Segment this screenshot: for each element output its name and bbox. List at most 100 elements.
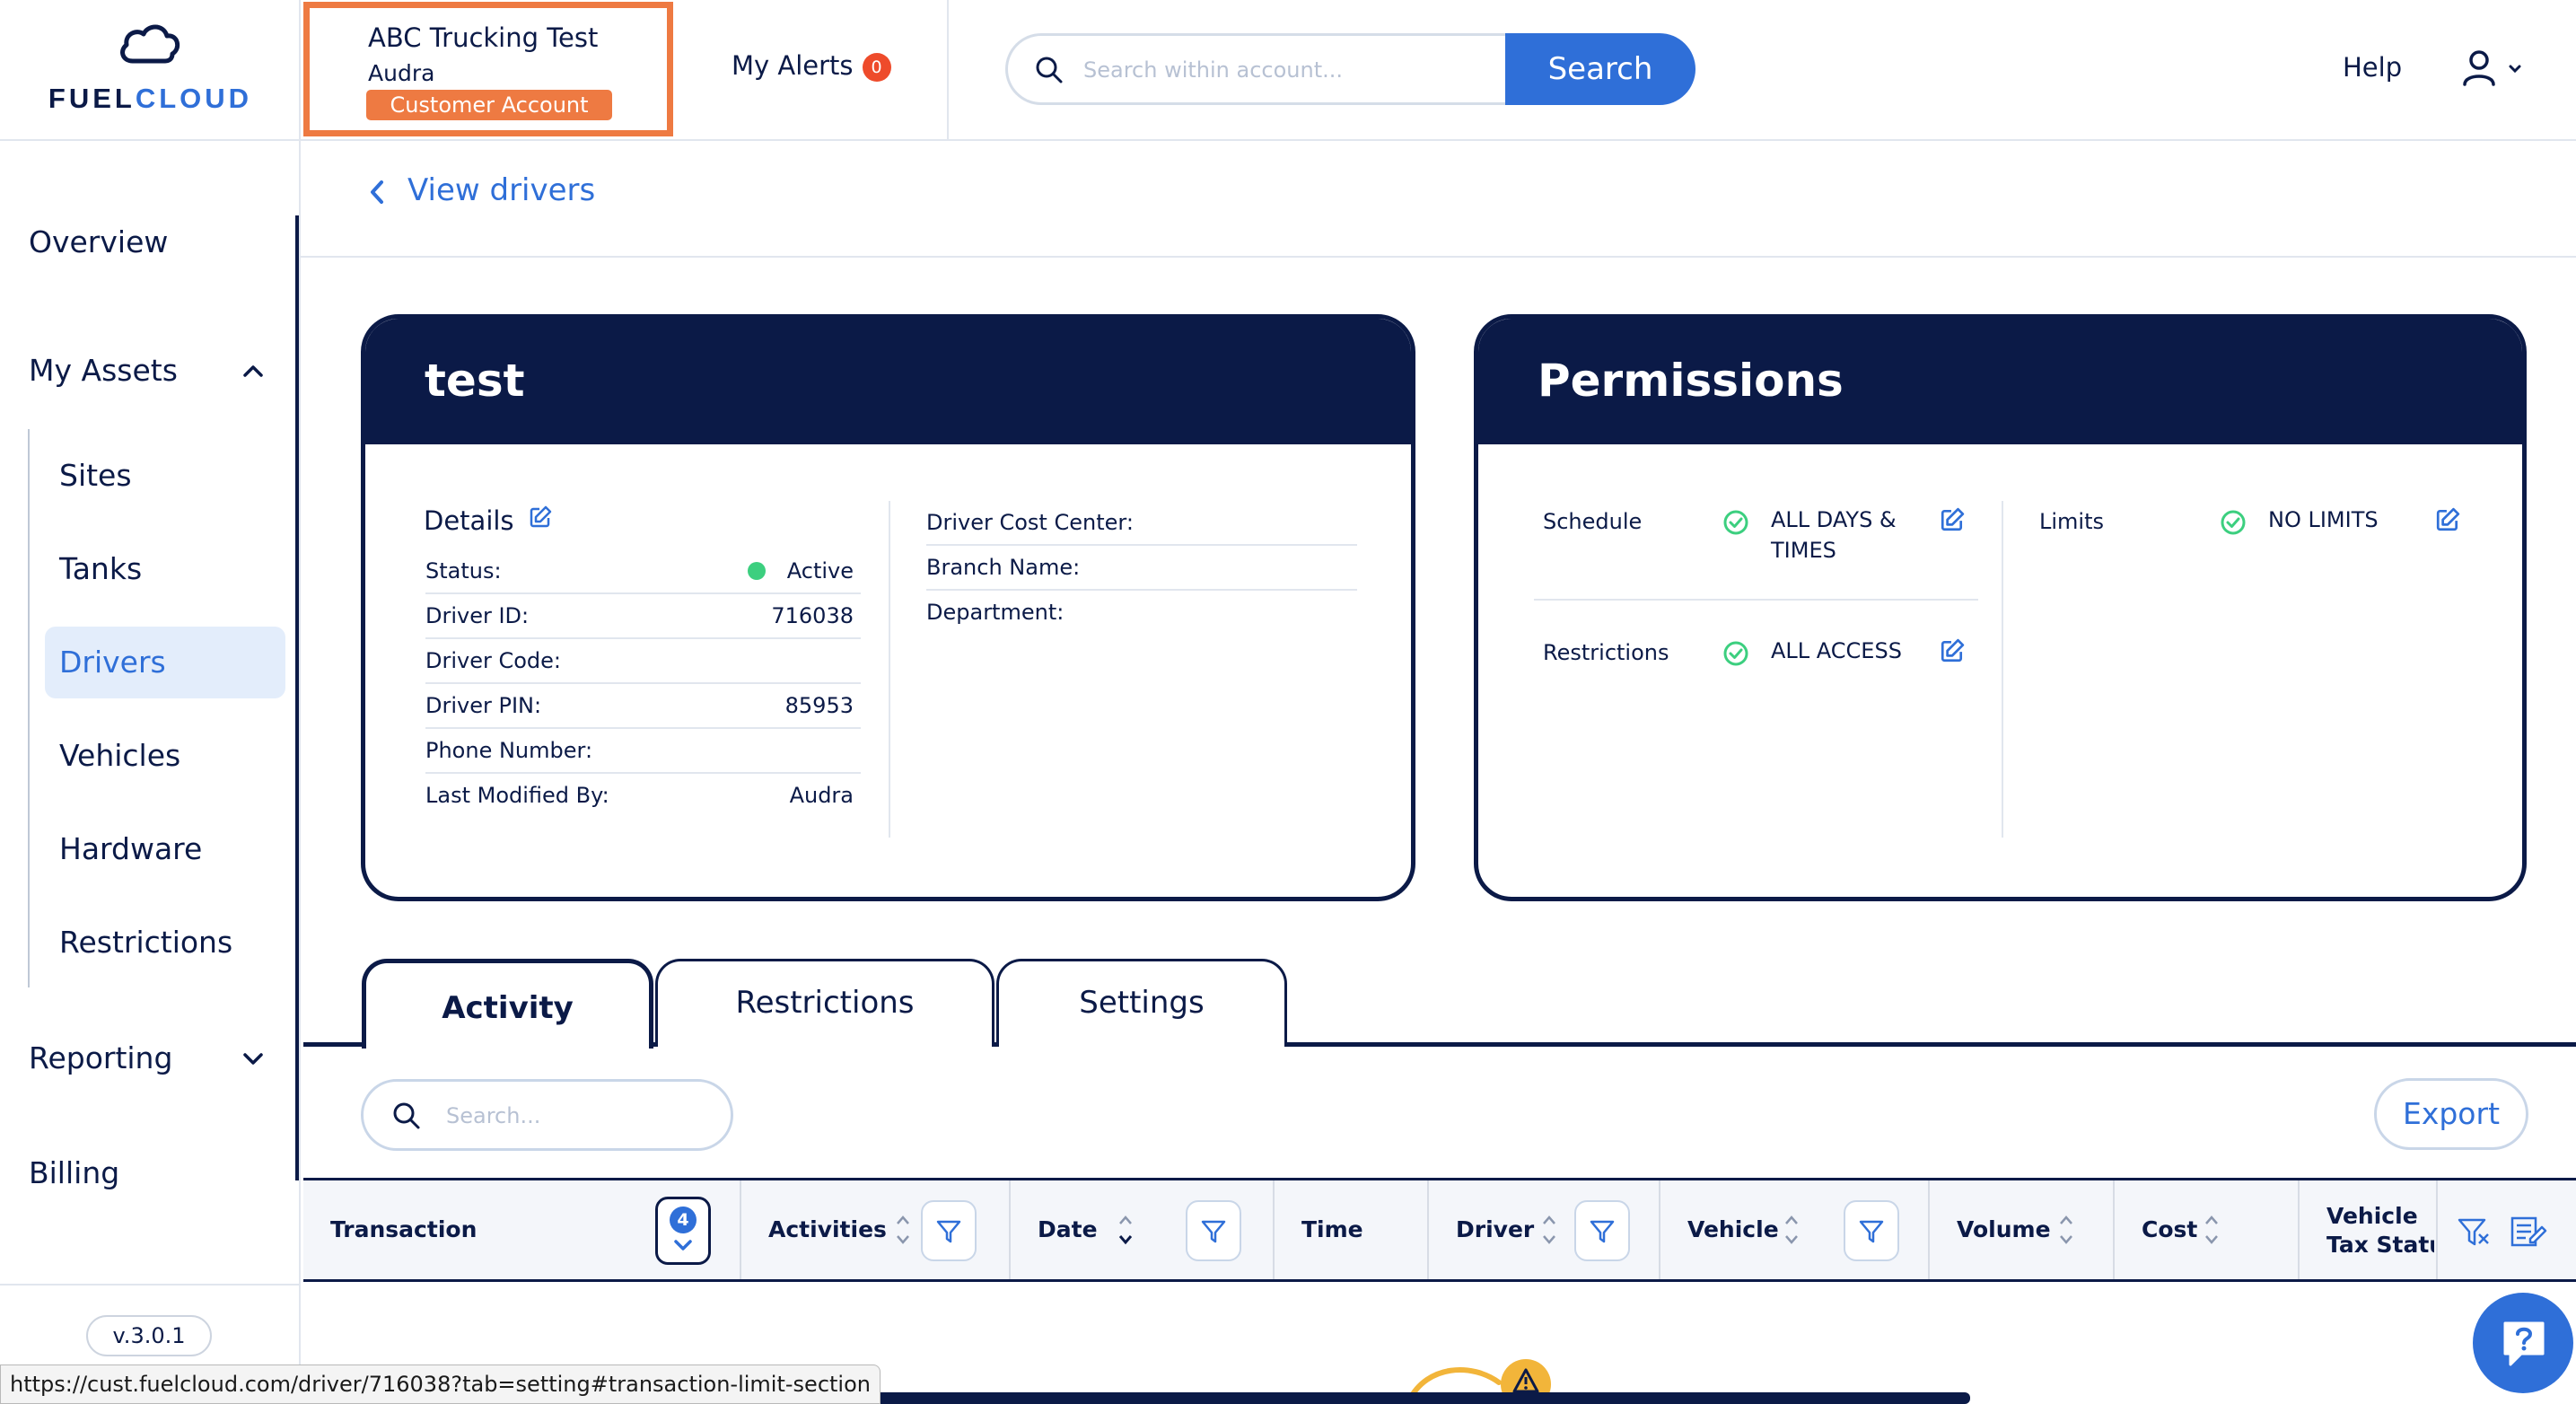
column-label: Vehicle Tax Status: [2326, 1202, 2434, 1259]
export-button[interactable]: Export: [2374, 1078, 2528, 1150]
details-heading: Details: [424, 505, 514, 536]
tab-settings[interactable]: Settings: [996, 959, 1287, 1047]
field-value: 85953: [784, 693, 854, 718]
tab-activity[interactable]: Activity: [362, 959, 653, 1049]
sidebar-item-label: My Assets: [29, 353, 178, 388]
sidebar-item-restrictions[interactable]: Restrictions: [59, 925, 232, 960]
sidebar-footer-divider: [0, 1284, 301, 1286]
browser-status-url: https://cust.fuelcloud.com/driver/716038…: [0, 1365, 881, 1404]
help-chat-button[interactable]: [2473, 1293, 2573, 1393]
header-divider: [947, 0, 949, 141]
edit-columns-icon[interactable]: [2510, 1215, 2547, 1250]
column-label-line-2: Tax Status: [2326, 1232, 2434, 1258]
view-drivers-back-link[interactable]: View drivers: [368, 172, 595, 208]
filter-button[interactable]: [1186, 1200, 1241, 1261]
permissions-card: Permissions Schedule ALL DAYS & TIMES Re…: [1474, 314, 2527, 901]
column-transaction[interactable]: Transaction 4: [303, 1180, 741, 1279]
sidebar-item-reporting[interactable]: Reporting: [29, 1040, 271, 1075]
edit-restrictions-icon[interactable]: [1940, 638, 1965, 663]
filter-button[interactable]: [1574, 1200, 1630, 1261]
sidebar-item-label: Reporting: [29, 1040, 173, 1075]
column-label: Transaction: [330, 1216, 478, 1242]
permissions-heading: Permissions: [1478, 319, 2522, 444]
column-vehicle-tax-status[interactable]: Vehicle Tax Status: [2300, 1180, 2576, 1279]
field-value: Audra: [789, 783, 854, 808]
sidebar-item-my-assets[interactable]: My Assets: [29, 353, 271, 388]
account-search-input[interactable]: [1083, 52, 1487, 88]
search-icon: [1035, 56, 1064, 84]
filter-button[interactable]: [1844, 1200, 1899, 1261]
cost-center-row: Driver Cost Center:: [926, 501, 1357, 546]
edit-schedule-icon[interactable]: [1940, 507, 1965, 532]
column-time[interactable]: Time: [1275, 1180, 1429, 1279]
funnel-icon: [1859, 1220, 1884, 1243]
column-selector-button[interactable]: 4: [655, 1197, 711, 1265]
last-modified-row: Last Modified By: Audra: [425, 774, 861, 819]
driver-name-heading: test: [365, 319, 1411, 444]
edit-details-icon[interactable]: [529, 505, 552, 529]
field-value: 716038: [771, 603, 854, 628]
status-row: Status: Active: [425, 549, 861, 594]
edit-limits-icon[interactable]: [2435, 507, 2460, 532]
chevron-down-icon: [242, 1051, 264, 1066]
sort-icon[interactable]: [2057, 1212, 2075, 1248]
sidebar-item-overview[interactable]: Overview: [29, 224, 168, 259]
user-menu-button[interactable]: [2461, 48, 2533, 88]
tab-restrictions[interactable]: Restrictions: [655, 959, 994, 1047]
logo-wordmark: FUELCLOUD: [48, 83, 253, 114]
sort-icon[interactable]: [1117, 1212, 1135, 1248]
column-label: Date: [1038, 1216, 1098, 1242]
search-button[interactable]: Search: [1505, 33, 1695, 105]
driver-id-row: Driver ID: 716038: [425, 594, 861, 639]
sidebar-border: [299, 141, 301, 1404]
sidebar-item-drivers[interactable]: Drivers: [59, 645, 166, 680]
sort-icon[interactable]: [2203, 1212, 2221, 1248]
help-link[interactable]: Help: [2343, 52, 2402, 83]
driver-pin-row: Driver PIN: 85953: [425, 684, 861, 729]
cloud-icon: [117, 23, 183, 65]
field-label: Driver Code:: [425, 648, 562, 673]
column-volume[interactable]: Volume: [1930, 1180, 2115, 1279]
account-user: Audra: [368, 60, 435, 86]
sidebar-item-billing[interactable]: Billing: [29, 1155, 119, 1190]
chevron-down-icon: [673, 1239, 693, 1251]
field-label: Phone Number:: [425, 738, 593, 763]
activity-search-input[interactable]: [446, 1100, 715, 1132]
permissions-column-divider: [2002, 501, 2003, 838]
check-circle-icon: [1722, 509, 1749, 536]
column-driver[interactable]: Driver: [1429, 1180, 1660, 1279]
horizontal-scrollbar[interactable]: [808, 1392, 1970, 1404]
sidebar-item-sites[interactable]: Sites: [59, 458, 132, 493]
column-cost[interactable]: Cost: [2115, 1180, 2300, 1279]
field-label: Driver Cost Center:: [926, 510, 1134, 535]
alerts-label: My Alerts: [732, 50, 854, 81]
my-alerts-button[interactable]: My Alerts 0: [732, 50, 891, 82]
sort-icon[interactable]: [1783, 1212, 1801, 1248]
field-label: Driver PIN:: [425, 693, 542, 718]
status-value: Active: [747, 549, 854, 592]
column-activities[interactable]: Activities: [741, 1180, 1011, 1279]
phone-number-row: Phone Number:: [425, 729, 861, 774]
column-vehicle[interactable]: Vehicle: [1660, 1180, 1930, 1279]
chevron-up-icon: [242, 364, 264, 378]
column-date[interactable]: Date: [1011, 1180, 1275, 1279]
sidebar-scrollbar[interactable]: [295, 215, 299, 1180]
details-label: Details: [424, 505, 514, 536]
funnel-icon: [1590, 1220, 1615, 1243]
sidebar-item-vehicles[interactable]: Vehicles: [59, 738, 180, 773]
account-switcher[interactable]: ABC Trucking Test Audra: [303, 2, 673, 136]
account-search-field[interactable]: [1005, 33, 1508, 105]
check-circle-icon: [2220, 509, 2247, 536]
sidebar-item-hardware[interactable]: Hardware: [59, 831, 202, 866]
filter-button[interactable]: [921, 1200, 977, 1261]
column-label: Volume: [1957, 1216, 2051, 1242]
sort-icon[interactable]: [894, 1212, 912, 1248]
sort-icon[interactable]: [1540, 1212, 1558, 1248]
clear-filter-icon[interactable]: [2456, 1215, 2492, 1250]
chevron-left-icon: [368, 180, 386, 205]
fuelcloud-logo[interactable]: FUELCLOUD: [0, 0, 301, 141]
sidebar-item-tanks[interactable]: Tanks: [59, 551, 142, 586]
activity-search-field[interactable]: [361, 1079, 733, 1151]
field-label: Last Modified By:: [425, 783, 609, 808]
driver-details-card: test Details Status: Active Driver ID: 7…: [361, 314, 1415, 901]
